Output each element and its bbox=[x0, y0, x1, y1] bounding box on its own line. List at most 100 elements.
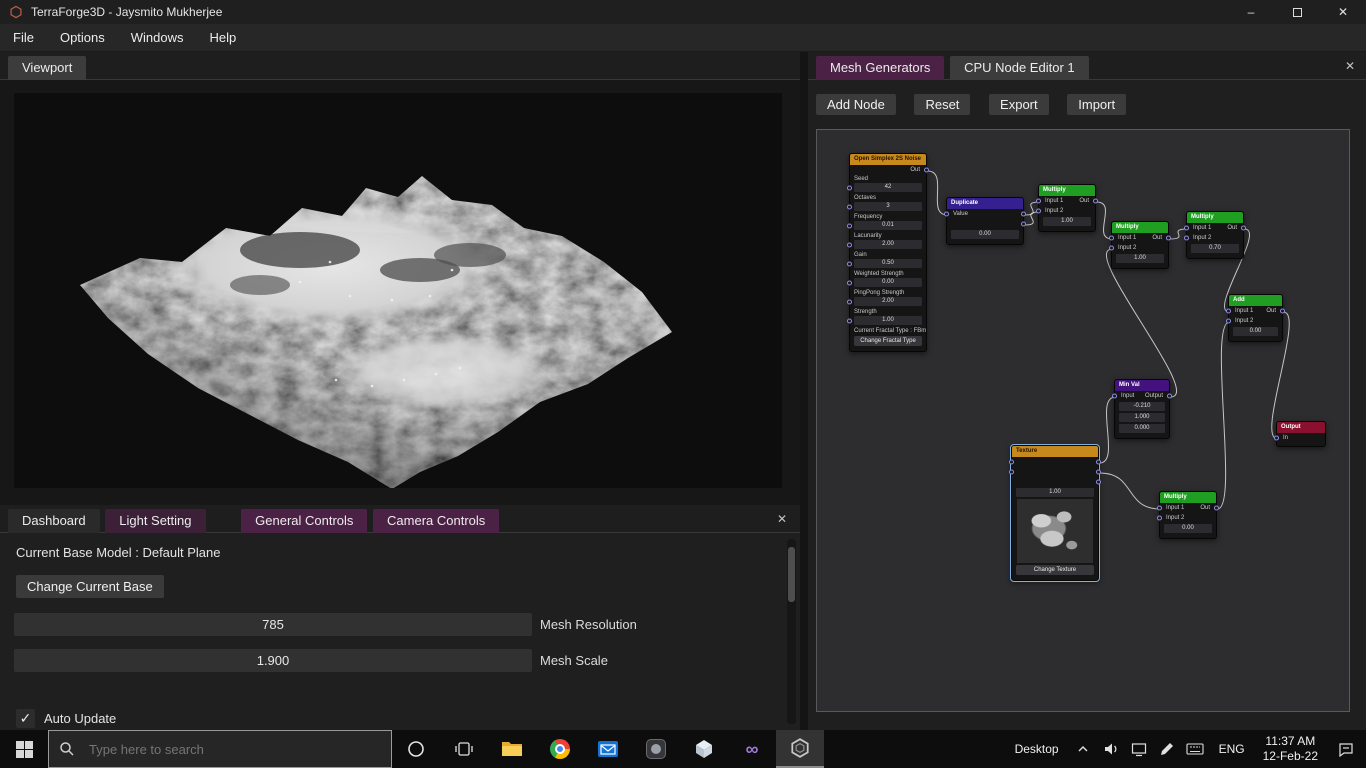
node-output-pin[interactable] bbox=[924, 167, 929, 173]
cortana-button[interactable] bbox=[392, 730, 440, 768]
node-output-pin[interactable] bbox=[1021, 211, 1026, 217]
node-input-pin[interactable] bbox=[1009, 469, 1014, 475]
node-multiply1[interactable]: Multiply Input 1 Out Input 2 1.00 bbox=[1036, 184, 1098, 232]
node-output-pin[interactable] bbox=[1166, 235, 1171, 241]
node-header[interactable]: Open Simplex 2S Noise bbox=[850, 154, 926, 165]
node-duplicate[interactable]: Duplicate Value 0.00 bbox=[944, 197, 1026, 245]
taskbar-icon-visual-studio[interactable]: ∞ bbox=[728, 730, 776, 768]
node-input-pin[interactable] bbox=[1109, 235, 1114, 241]
taskbar-clock[interactable]: 11:37 AM 12-Feb-22 bbox=[1255, 730, 1326, 768]
node-minval[interactable]: Min Val Input Output -0.210 1.000 0.000 bbox=[1112, 379, 1172, 439]
tab-light-setting[interactable]: Light Setting bbox=[105, 509, 206, 533]
node-opensimplex[interactable]: Open Simplex 2S Noise Out Seed 42 Octaves 3 Fr… bbox=[847, 153, 929, 352]
node-input-pin[interactable] bbox=[847, 204, 852, 209]
node-value[interactable]: 1.00 bbox=[1043, 217, 1091, 226]
maximize-button[interactable] bbox=[1274, 0, 1320, 24]
node-value[interactable]: 0.00 bbox=[854, 278, 922, 287]
node-input-pin[interactable] bbox=[847, 299, 852, 304]
hidden-icons-button[interactable] bbox=[1069, 730, 1097, 768]
node-output-pin[interactable] bbox=[1167, 393, 1172, 399]
node-value[interactable]: 1.00 bbox=[854, 316, 922, 325]
node-input-pin[interactable] bbox=[847, 223, 852, 228]
node-input-pin[interactable] bbox=[847, 318, 852, 323]
menu-file[interactable]: File bbox=[0, 24, 47, 52]
node-output-pin[interactable] bbox=[1093, 198, 1098, 204]
node-value[interactable]: 0.70 bbox=[1191, 244, 1239, 253]
node-header[interactable]: Output bbox=[1277, 422, 1325, 433]
node-value[interactable]: 2.00 bbox=[854, 240, 922, 249]
node-output-pin[interactable] bbox=[1096, 469, 1101, 475]
node-header[interactable]: Duplicate bbox=[947, 198, 1023, 209]
node-value[interactable]: 1.000 bbox=[1119, 413, 1165, 422]
node-input-pin[interactable] bbox=[1184, 225, 1189, 231]
node-input-pin[interactable] bbox=[1036, 208, 1041, 214]
node-multiply2[interactable]: Multiply Input 1 Out Input 2 1.00 bbox=[1109, 221, 1171, 269]
taskbar-search-box[interactable] bbox=[48, 730, 392, 768]
node-output-pin[interactable] bbox=[1096, 459, 1101, 465]
node-input-pin[interactable] bbox=[1226, 318, 1231, 324]
scrollbar-thumb[interactable] bbox=[788, 547, 795, 602]
tab-general-controls[interactable]: General Controls bbox=[241, 509, 368, 533]
node-value[interactable]: 0.01 bbox=[854, 221, 922, 230]
node-multiply3[interactable]: Multiply Input 1 Out Input 2 0.70 bbox=[1184, 211, 1246, 259]
tab-cpu-node-editor[interactable]: CPU Node Editor 1 bbox=[950, 56, 1089, 80]
node-input-pin[interactable] bbox=[1036, 198, 1041, 204]
menu-options[interactable]: Options bbox=[47, 24, 118, 52]
node-header[interactable]: Texture bbox=[1012, 446, 1098, 457]
display-button[interactable] bbox=[1125, 730, 1153, 768]
node-header[interactable]: Min Val bbox=[1115, 380, 1169, 391]
node-value[interactable]: -0.210 bbox=[1119, 402, 1165, 411]
node-value[interactable]: 42 bbox=[854, 183, 922, 192]
node-output-pin[interactable] bbox=[1241, 225, 1246, 231]
taskbar-icon-file-explorer[interactable] bbox=[488, 730, 536, 768]
node-input-pin[interactable] bbox=[1226, 308, 1231, 314]
node-header[interactable]: Add bbox=[1229, 295, 1282, 306]
node-output-pin[interactable] bbox=[1021, 221, 1026, 227]
desktop-toolbar-label[interactable]: Desktop bbox=[1005, 730, 1069, 768]
node-multiply4[interactable]: Multiply Input 1 Out Input 2 0.00 bbox=[1157, 491, 1219, 539]
add-node-button[interactable]: Add Node bbox=[816, 94, 896, 115]
node-value[interactable]: 0.00 bbox=[1164, 524, 1212, 533]
taskbar-icon-mail[interactable] bbox=[584, 730, 632, 768]
task-view-button[interactable] bbox=[440, 730, 488, 768]
mesh-scale-input[interactable]: 1.900 bbox=[14, 649, 532, 672]
node-value[interactable]: 0.00 bbox=[951, 230, 1019, 239]
node-value[interactable]: 0.50 bbox=[854, 259, 922, 268]
node-output-pin[interactable] bbox=[1214, 505, 1219, 511]
auto-update-checkbox[interactable]: ✓ bbox=[16, 709, 35, 728]
node-editor-close-icon[interactable]: ✕ bbox=[1342, 59, 1358, 73]
tab-dashboard[interactable]: Dashboard bbox=[8, 509, 100, 533]
node-output[interactable]: Output In bbox=[1274, 421, 1326, 447]
dashboard-close-icon[interactable]: ✕ bbox=[774, 512, 790, 526]
node-header[interactable]: Multiply bbox=[1039, 185, 1095, 196]
change-current-base-button[interactable]: Change Current Base bbox=[16, 575, 164, 598]
viewport-3d-render[interactable] bbox=[14, 93, 782, 488]
node-input-pin[interactable] bbox=[1009, 459, 1014, 465]
close-button[interactable]: ✕ bbox=[1320, 0, 1366, 24]
reset-button[interactable]: Reset bbox=[914, 94, 971, 115]
node-value[interactable]: 1.00 bbox=[1116, 254, 1164, 263]
volume-button[interactable] bbox=[1097, 730, 1125, 768]
node-value[interactable]: 2.00 bbox=[854, 297, 922, 306]
node-input-pin[interactable] bbox=[847, 185, 852, 190]
node-header[interactable]: Multiply bbox=[1112, 222, 1168, 233]
taskbar-icon-app-a[interactable] bbox=[632, 730, 680, 768]
node-input-pin[interactable] bbox=[1157, 505, 1162, 511]
node-input-pin[interactable] bbox=[1274, 435, 1279, 441]
taskbar-icon-app-b[interactable] bbox=[680, 730, 728, 768]
tab-camera-controls[interactable]: Camera Controls bbox=[373, 509, 500, 533]
node-input-pin[interactable] bbox=[847, 261, 852, 266]
menu-windows[interactable]: Windows bbox=[118, 24, 197, 52]
node-input-pin[interactable] bbox=[1184, 235, 1189, 241]
taskbar-icon-terraforge3d[interactable] bbox=[776, 730, 824, 768]
node-canvas[interactable]: Open Simplex 2S Noise Out Seed 42 Octaves 3 Fr… bbox=[816, 129, 1350, 712]
node-output-pin[interactable] bbox=[1096, 479, 1101, 485]
pen-button[interactable] bbox=[1153, 730, 1181, 768]
node-input-pin[interactable] bbox=[847, 242, 852, 247]
node-value[interactable]: 1.00 bbox=[1016, 488, 1094, 497]
node-value[interactable]: 3 bbox=[854, 202, 922, 211]
node-input-pin[interactable] bbox=[944, 211, 949, 217]
node-texture[interactable]: Texture 1.00 Change Texture bbox=[1009, 444, 1101, 582]
tab-mesh-generators[interactable]: Mesh Generators bbox=[816, 56, 945, 80]
action-center-button[interactable] bbox=[1326, 730, 1366, 768]
